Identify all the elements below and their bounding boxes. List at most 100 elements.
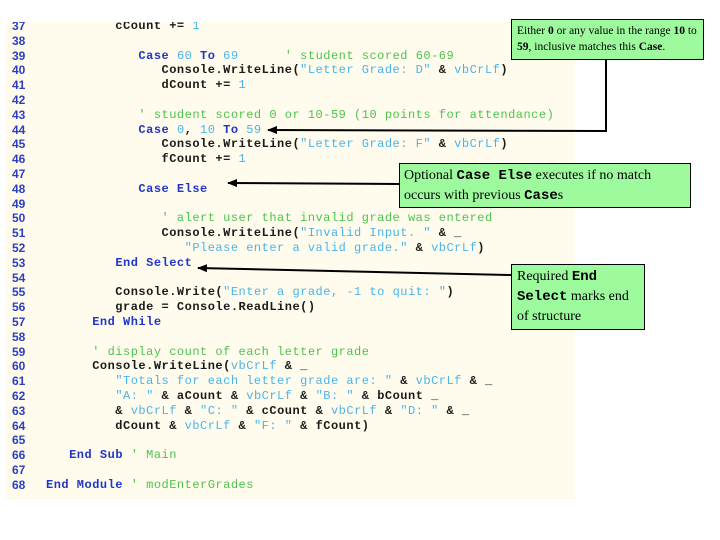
code-plain: & aCount & <box>153 388 247 403</box>
code-literal: "Totals for each letter grade are: " <box>115 374 393 389</box>
line-number: 50 <box>12 211 26 226</box>
code-text: Console.WriteLine(vbCrLf & _ <box>46 359 308 374</box>
code-plain: fCount += <box>46 152 239 167</box>
code-line: 40 Console.WriteLine("Letter Grade: D" &… <box>5 63 575 78</box>
line-number: 66 <box>12 448 26 463</box>
code-plain <box>46 389 115 403</box>
line-number: 49 <box>12 196 26 211</box>
code-text: & vbCrLf & "C: " & cCount & vbCrLf & "D:… <box>46 404 470 419</box>
line-number: 62 <box>12 388 26 403</box>
code-literal: 59 <box>246 122 262 137</box>
line-number: 59 <box>12 344 26 359</box>
line-number: 45 <box>12 137 26 152</box>
code-line: 53 End Select <box>5 256 575 271</box>
code-plain: dCount += <box>46 78 239 93</box>
code-text: Console.WriteLine("Letter Grade: F" & vb… <box>46 137 508 152</box>
callout-bold: 59 <box>517 41 529 53</box>
callout-text: Either <box>517 25 548 37</box>
code-line: 43 ' student scored 0 or 10-59 (10 point… <box>5 108 575 123</box>
code-plain: Console.WriteLine( <box>46 63 301 78</box>
code-line: 57 End While <box>5 315 575 330</box>
code-literal: "B: " <box>315 388 355 403</box>
code-plain: & _ <box>438 403 470 418</box>
line-number: 47 <box>12 166 26 181</box>
code-plain: cCount += <box>46 22 193 33</box>
code-text: ' alert user that invalid grade was ente… <box>46 211 493 226</box>
code-line: 59 ' display count of each letter grade <box>5 345 575 360</box>
code-text: Console.WriteLine("Letter Grade: D" & vb… <box>46 63 508 78</box>
code-listing: 37 cCount += 1 38 39 Case 60 To 69 ' stude… <box>5 22 575 500</box>
code-plain: dCount & <box>46 418 185 433</box>
code-literal: vbCrLf <box>454 63 501 78</box>
code-plain: & <box>46 403 131 418</box>
code-text: ' display count of each letter grade <box>46 345 369 360</box>
code-text: "A: " & aCount & vbCrLf & "B: " & bCount… <box>46 389 439 404</box>
code-line: 38 <box>5 34 575 49</box>
code-plain: Console.Write( <box>46 285 224 300</box>
code-plain: & <box>431 63 455 78</box>
line-number: 67 <box>12 462 26 477</box>
line-number: 64 <box>12 418 26 433</box>
line-number: 52 <box>12 240 26 255</box>
code-literal: 1 <box>192 22 201 33</box>
code-literal: vbCrLf <box>246 388 293 403</box>
callout-text: s <box>557 188 564 203</box>
line-number: 46 <box>12 152 26 167</box>
line-number: 41 <box>12 78 26 93</box>
code-keyword: End Sub <box>69 448 124 463</box>
code-text: End Module ' modEnterGrades <box>46 478 254 493</box>
code-literal: vbCrLf <box>184 418 231 433</box>
code-literal: "C: " <box>200 403 239 418</box>
code-text: Case 60 To 69 ' student scored 60-69 <box>46 49 454 64</box>
code-line: 58 <box>5 330 575 345</box>
code-plain: ) <box>446 285 455 300</box>
code-plain <box>46 256 115 270</box>
line-number: 37 <box>12 22 26 33</box>
code-text: dCount += 1 <box>46 78 246 93</box>
line-number: 48 <box>12 181 26 196</box>
code-text: Console.WriteLine("Invalid Input. " & _ <box>46 226 462 241</box>
code-line: 41 dCount += 1 <box>5 78 575 93</box>
code-line: 37 cCount += 1 <box>5 22 575 34</box>
line-number: 57 <box>12 314 26 329</box>
code-line: 42 <box>5 93 575 108</box>
code-literal: 69 <box>223 48 239 63</box>
code-text: cCount += 1 <box>46 22 200 34</box>
code-keyword: End While <box>92 314 162 329</box>
callout-case-range: Either 0 or any value in the range 10 to… <box>511 19 704 60</box>
code-plain: , <box>184 122 201 137</box>
code-plain <box>46 49 138 63</box>
line-number: 44 <box>12 122 26 137</box>
code-text: Case Else <box>46 182 208 197</box>
code-literal: vbCrLf <box>431 240 478 255</box>
code-literal: "Please enter a valid grade." <box>184 240 408 255</box>
code-keyword: Case Else <box>138 181 208 196</box>
code-comment: ' student scored 0 or 10-59 (10 points f… <box>46 107 555 122</box>
line-number: 54 <box>12 270 26 285</box>
line-number: 55 <box>12 285 26 300</box>
line-number: 60 <box>12 359 26 374</box>
code-keyword: To <box>223 122 247 137</box>
code-text: "Please enter a valid grade." & vbCrLf) <box>46 241 485 256</box>
callout-text: . <box>662 41 666 53</box>
line-number: 40 <box>12 63 26 78</box>
code-plain <box>46 315 92 329</box>
code-line: 44 Case 0, 10 To 59 <box>5 123 575 138</box>
code-literal: vbCrLf <box>454 137 501 152</box>
code-keyword: End Module <box>46 477 124 492</box>
code-plain: ) <box>500 63 509 78</box>
code-plain: & <box>431 137 455 152</box>
code-line: 51 Console.WriteLine("Invalid Input. " &… <box>5 226 575 241</box>
code-plain <box>46 374 115 388</box>
code-text: End Select <box>46 256 192 271</box>
code-literal: vbCrLf <box>330 403 378 418</box>
code-text: grade = Console.ReadLine() <box>46 300 316 315</box>
callout-text: , inclusive matches this <box>528 41 639 53</box>
code-literal: vbCrLf <box>415 374 462 389</box>
code-plain: Console.WriteLine( <box>46 137 301 152</box>
callout-bold: Case <box>638 41 663 53</box>
code-text: "Totals for each letter grade are: " & v… <box>46 374 493 389</box>
code-line: 66 End Sub ' Main <box>5 448 575 463</box>
code-line: 50 ' alert user that invalid grade was e… <box>5 211 575 226</box>
code-keyword: To <box>200 48 224 63</box>
